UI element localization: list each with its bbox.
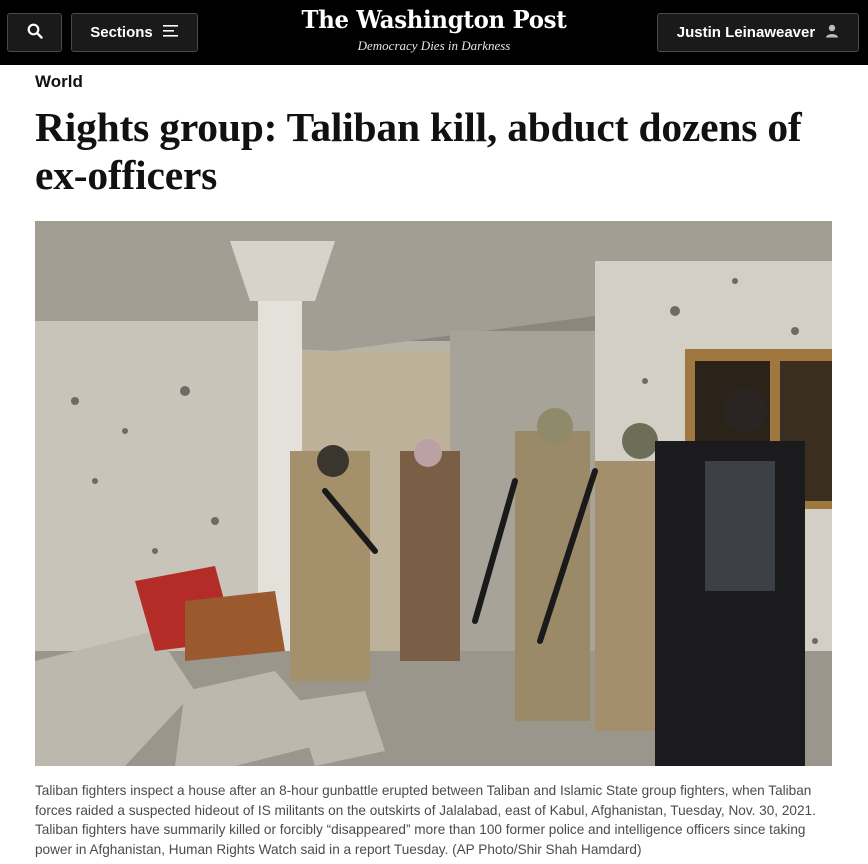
photo-illustration — [35, 221, 832, 766]
section-label[interactable]: World — [35, 72, 83, 92]
article-headline: Rights group: Taliban kill, abduct dozen… — [35, 104, 802, 198]
top-navigation-bar: Sections The Washington Post Democracy D… — [0, 0, 868, 65]
search-button[interactable] — [7, 13, 62, 52]
site-logo[interactable]: The Washington Post Democracy Dies in Da… — [284, 4, 584, 60]
user-name: Justin Leinaweaver — [676, 24, 816, 41]
menu-lines-icon — [162, 24, 179, 42]
sections-button[interactable]: Sections — [71, 13, 198, 52]
user-account-button[interactable]: Justin Leinaweaver — [657, 13, 859, 52]
article-photo — [35, 221, 832, 766]
person-icon — [825, 24, 839, 42]
search-icon — [27, 23, 43, 43]
sections-label: Sections — [90, 24, 153, 41]
logo-wordmark: The Washington Post — [301, 5, 567, 34]
tagline: Democracy Dies in Darkness — [357, 38, 511, 53]
photo-caption: Taliban fighters inspect a house after a… — [35, 783, 816, 857]
